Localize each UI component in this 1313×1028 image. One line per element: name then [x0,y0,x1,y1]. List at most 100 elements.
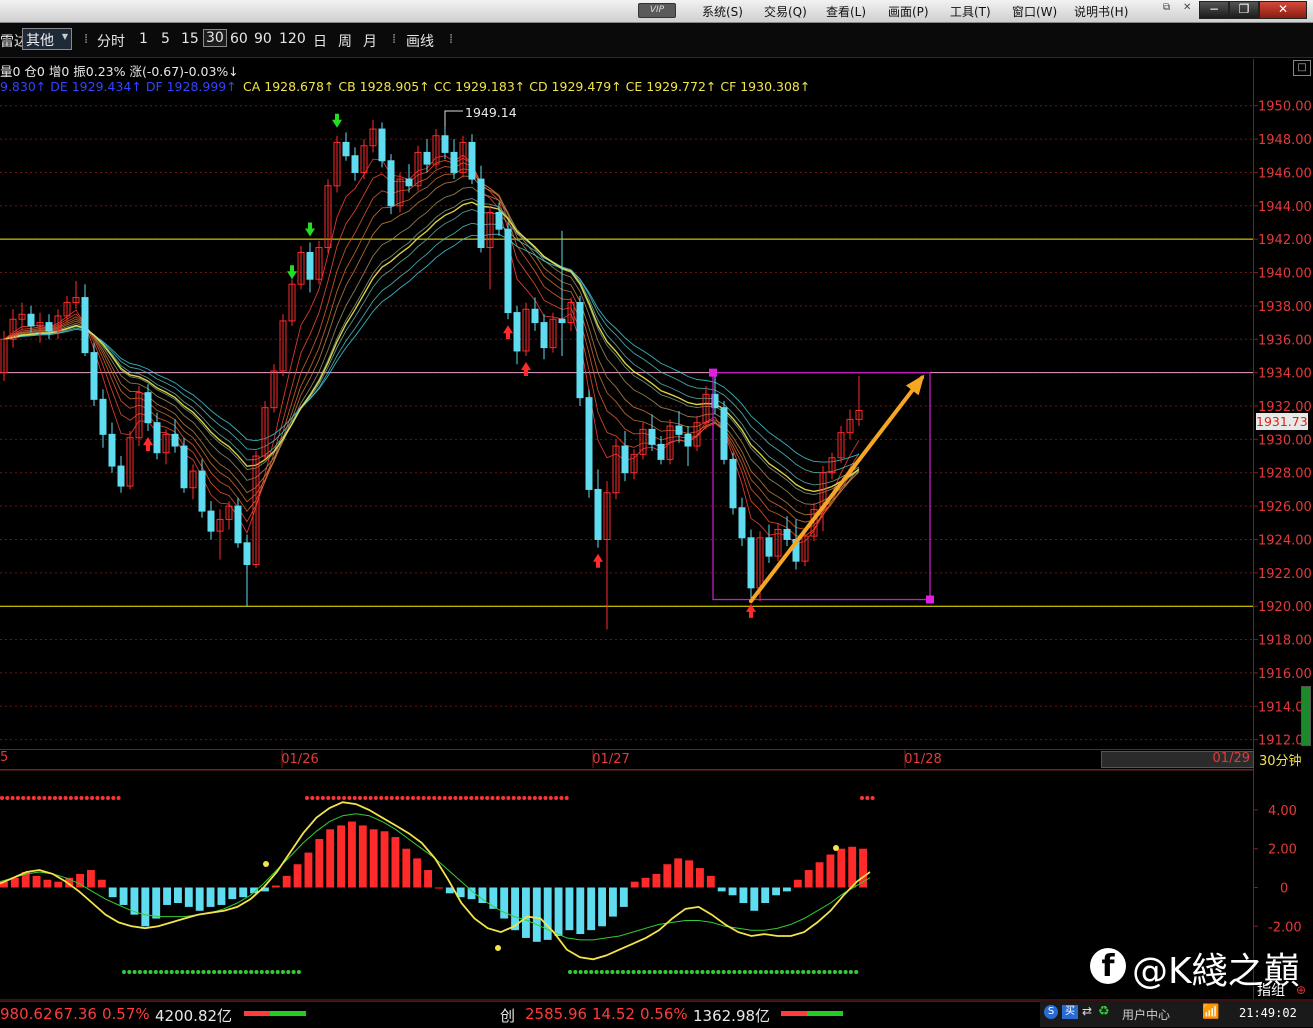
candle-body [747,537,755,589]
index2-name: 创 [500,1007,516,1025]
y-tick-label: 1936.00 [1258,333,1312,348]
candle-body [783,528,791,540]
macd-hist-bar [706,875,715,888]
macd-green-dot [854,970,859,974]
plus-icon[interactable]: ⊕ [1296,983,1306,997]
macd-red-dot [490,796,495,800]
s-icon[interactable]: S [1044,1005,1058,1019]
macd-green-dot [838,970,843,974]
macd-green-dot [732,970,737,974]
macd-green-dot [631,970,636,974]
macd-red-dot [331,796,336,800]
macd-green-dot [233,970,238,974]
macd-red-dot [517,796,521,800]
ma-ribbon-line [3,233,860,463]
buy-signal-arrow [521,361,531,376]
macd-red-dot [106,796,110,800]
macd-red-dot [400,796,405,800]
candle-body [144,392,152,424]
macd-green-dot [180,970,185,974]
macd-green-dot [169,970,174,974]
macd-hist-bar [54,881,63,888]
macd-red-dot [495,796,500,800]
swap-icon[interactable]: ⇄ [1082,1004,1092,1018]
macd-green-dot [610,970,615,974]
index2-pct: 0.56% [640,1005,688,1023]
macd-cross-marker [263,861,269,867]
macd-green-dot [190,970,195,974]
candle-body [720,407,728,460]
candle-body [648,428,656,445]
macd-green-dot [764,970,769,974]
candle-body [207,510,215,532]
macd-red-dot [53,796,57,800]
candle-body [450,151,458,173]
macd-hist-bar [587,887,596,931]
macd-hist-bar [663,864,672,888]
candle-body [468,141,476,180]
macd-green-dot [238,970,243,974]
macd-green-dot [573,970,578,974]
candle-body [765,537,773,557]
macd-red-dot [395,796,400,800]
macd-hist-bar [543,887,552,940]
macd-hist-bar [783,887,791,892]
current-price-tag: 1931.73 [1256,413,1308,430]
macd-green-dot [132,970,137,974]
candle-body [342,141,350,157]
macd-red-dot [559,796,564,800]
index1-updown-bar-green [270,1011,306,1016]
macd-red-dot [347,796,352,800]
macd-hist-bar [87,870,95,888]
index2-change: 14.52 [592,1005,635,1023]
panel-toggle-icon[interactable]: □ [1293,60,1311,76]
macd-hist-bar [793,879,802,888]
macd-hist-bar [435,887,443,889]
macd-hist-bar [174,887,182,904]
chart-scrollbar[interactable]: 01/29 [1101,751,1254,768]
macd-green-dot [769,970,774,974]
price-chart-svg[interactable]: 1950.00 1948.00 1946.00 1944.00 1942.00 1940.… [0,0,1313,1027]
macd-green-dot [827,970,832,974]
macd-red-dot [342,796,347,800]
candle-body [729,458,737,509]
macd-red-dot [47,796,52,800]
y-tick-label: 1948.00 [1258,133,1312,148]
macd-green-dot [663,970,668,974]
macd-red-dot [368,796,373,800]
macd-hist-bar [522,887,530,938]
macd-hist-bar [630,881,639,888]
buy-icon[interactable]: 买 [1062,1005,1078,1019]
macd-green-dot [153,970,158,974]
y-tick-label: 1950.00 [1258,100,1312,115]
candle-body [657,443,665,460]
macd-hist-bar [326,829,335,888]
macd-red-dot [564,796,569,800]
macd-green-dot [206,970,211,974]
candle-body [45,322,53,332]
refresh-icon[interactable]: ♻ [1098,1004,1110,1019]
macd-red-dot [453,796,458,800]
macd-green-dot [774,970,779,974]
buy-signal-arrow [503,325,513,340]
macd-red-dot [426,796,431,800]
candle-body [81,297,89,354]
macd-hist-bar [282,875,291,888]
candle-body [234,505,242,544]
macd-red-dot [421,796,426,800]
user-center-link[interactable]: 用户中心 [1122,1006,1170,1023]
y-tick-label: 1946.00 [1258,166,1312,181]
scroll-date-label: 01/29 [1212,751,1250,766]
macd-green-dot [795,970,800,974]
macd-green-dot [589,970,594,974]
y-tick-label: 1920.00 [1258,600,1312,615]
macd-red-dot [116,796,121,800]
index1-updown-bar-red [244,1011,270,1016]
macd-dif-line [0,801,871,961]
macd-green-dot [143,970,148,974]
macd-red-dot [548,796,553,800]
macd-green-dot [228,970,232,974]
macd-green-dot [249,970,254,974]
macd-red-dot [63,796,68,800]
macd-red-dot [100,796,105,800]
